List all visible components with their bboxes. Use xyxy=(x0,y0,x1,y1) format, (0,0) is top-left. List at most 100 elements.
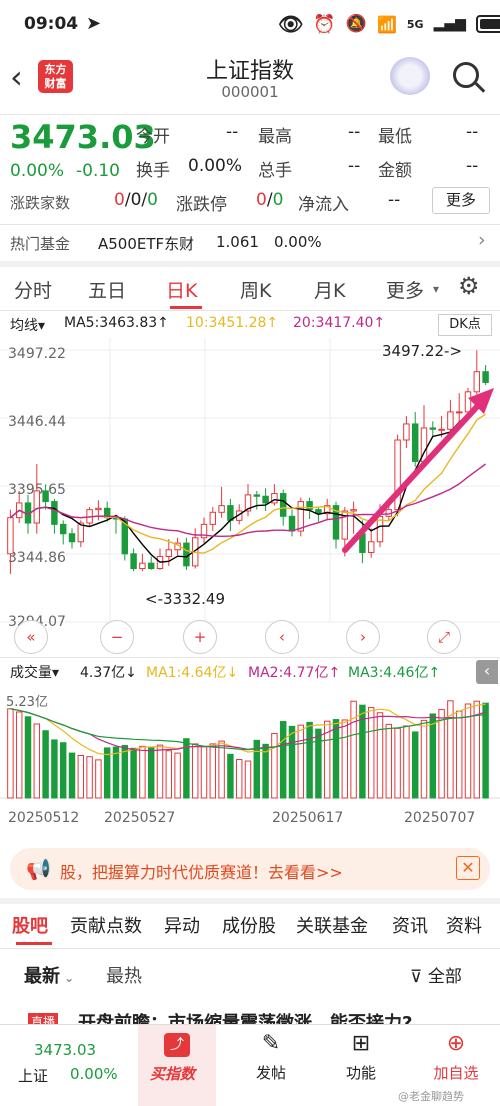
subtab-5[interactable]: 资讯 xyxy=(392,912,428,938)
candle-body xyxy=(482,371,489,383)
volume-bar xyxy=(156,744,164,799)
candle-body xyxy=(218,505,225,513)
volume-bar xyxy=(121,745,129,799)
amount-value: -- xyxy=(466,156,479,176)
volume-bar xyxy=(200,746,208,799)
open-value: -- xyxy=(226,122,239,142)
volume-bar xyxy=(147,747,155,799)
low-annotation: <-3332.49 xyxy=(145,590,225,608)
subtab-0[interactable]: 股吧 xyxy=(12,912,48,938)
subtab-4[interactable]: 关联基金 xyxy=(296,912,368,938)
post-button[interactable]: ✎ 发帖 xyxy=(246,1031,296,1091)
candle-body xyxy=(262,495,269,504)
volume-bar xyxy=(235,758,243,799)
close-icon[interactable]: ✕ xyxy=(456,856,480,880)
candle-body xyxy=(51,501,58,525)
ma-selector[interactable]: 均线▾ xyxy=(10,315,45,335)
fund-pct: 0.00% xyxy=(274,233,322,251)
candle-body xyxy=(183,542,190,567)
sort-hot[interactable]: 最热 xyxy=(106,962,142,988)
volume-bar xyxy=(77,754,85,799)
candle-body xyxy=(42,490,49,503)
volume-bar xyxy=(24,716,32,799)
volume-bar xyxy=(411,731,419,799)
advance-decline-label: 涨跌家数 xyxy=(10,194,71,212)
sort-latest[interactable]: 最新 ⌄ xyxy=(24,962,74,988)
volume-bar xyxy=(297,724,305,799)
advance-decline-value: 0/0/0 xyxy=(114,190,158,210)
candle-body xyxy=(130,553,137,570)
filter-all[interactable]: ⊽ 全部 xyxy=(410,962,462,987)
price: 3473.03 xyxy=(10,118,156,156)
tab-3[interactable]: 周K xyxy=(240,276,271,303)
robot-assistant-icon[interactable] xyxy=(390,57,430,95)
promo-banner[interactable]: 📢 股，把握算力时代优质赛道！去看看>> ✕ xyxy=(10,848,490,890)
volume-bar xyxy=(112,746,120,799)
volume-bar xyxy=(464,703,472,799)
volume-bar xyxy=(59,742,67,799)
candle-body xyxy=(165,549,173,557)
tab-5[interactable]: 更多 xyxy=(386,276,424,303)
candle-body xyxy=(447,411,454,430)
fullscreen-icon[interactable]: ⤢ xyxy=(427,620,461,654)
network-label: 5G xyxy=(406,17,424,31)
y-tick-label: 3497.22 xyxy=(8,346,66,362)
net-inflow-value: -- xyxy=(388,190,401,210)
volume-bar xyxy=(367,707,375,799)
vol-ma2: MA2:4.77亿↑ xyxy=(248,665,341,681)
volume-bar xyxy=(279,721,287,799)
subtab-6[interactable]: 资料 xyxy=(446,912,482,938)
candle-body xyxy=(297,501,305,532)
collapse-arrow[interactable]: ‹ xyxy=(476,660,498,684)
volume-bar xyxy=(174,752,181,799)
tab-0[interactable]: 分时 xyxy=(14,276,52,303)
tab-4[interactable]: 月K xyxy=(314,276,345,303)
tab-1[interactable]: 五日 xyxy=(88,276,126,303)
indicator-selector[interactable]: 成交量▾ xyxy=(10,662,59,682)
volume-bar xyxy=(288,725,296,799)
tab-2[interactable]: 日K xyxy=(166,276,197,303)
y-tick-label: 3344.86 xyxy=(8,550,66,566)
volume-value: -- xyxy=(348,156,361,176)
double-left-icon[interactable]: « xyxy=(14,620,48,654)
function-button[interactable]: ⊞ 功能 xyxy=(336,1031,386,1091)
volume-bar xyxy=(420,719,428,799)
add-watchlist-button[interactable]: ⊕ 加自选 xyxy=(424,1031,488,1091)
candle-body xyxy=(7,517,14,555)
volume-bar xyxy=(306,721,313,799)
signal-icon: ▂▄▆ xyxy=(433,16,466,32)
fund-price: 1.061 xyxy=(216,233,259,251)
bottom-price: 3473.03 xyxy=(34,1041,97,1059)
volume-bar xyxy=(7,708,14,799)
hot-fund-row[interactable]: 热门基金 A500ETF东财 1.061 0.00% › xyxy=(0,225,500,261)
subtab-2[interactable]: 异动 xyxy=(164,912,200,938)
settings-gear-icon[interactable]: ⚙ xyxy=(458,272,480,300)
subtab-3[interactable]: 成份股 xyxy=(222,912,276,938)
grid-icon: ⊞ xyxy=(351,1031,371,1056)
volume-chart[interactable]: 5.23亿 20250512 20250527 20250617 20250707 xyxy=(0,686,500,834)
ma5-value: MA5:3463.83↑ xyxy=(64,315,169,331)
ma10-value: 10:3451.28↑ xyxy=(186,315,279,331)
candle-body xyxy=(68,533,76,543)
subtab-1[interactable]: 贡献点数 xyxy=(70,912,142,938)
scroll-right-button[interactable]: › xyxy=(346,620,380,654)
scroll-left-button[interactable]: ‹ xyxy=(265,620,299,654)
more-button[interactable]: 更多 xyxy=(432,187,490,214)
net-inflow-label: 净流入 xyxy=(298,195,349,215)
candle-body xyxy=(367,541,375,553)
dk-point-button[interactable]: DK点 xyxy=(438,314,492,336)
candlestick-chart[interactable]: 3497.223446.443395.653344.863294.073497.… xyxy=(0,338,500,656)
volume-bar xyxy=(332,719,340,799)
zoom-out-button[interactable]: − xyxy=(100,620,134,654)
zoom-in-button[interactable]: + xyxy=(183,620,217,654)
high-value: -- xyxy=(348,122,361,142)
candle-body xyxy=(455,411,463,414)
buy-index-button[interactable]: ⤴ 买指数 xyxy=(138,1025,216,1106)
abs-change: -0.10 xyxy=(76,161,120,181)
status-bar: 09:04 ➤ 👁 ⏰ 🔕 📶 5G ▂▄▆ xyxy=(0,0,500,50)
edit-icon: ✎ xyxy=(261,1031,281,1056)
volume-bar xyxy=(315,728,322,799)
volume-label: 总手 xyxy=(258,161,292,181)
low-value: -- xyxy=(466,122,479,142)
limit-value: 0/0 xyxy=(256,190,284,210)
